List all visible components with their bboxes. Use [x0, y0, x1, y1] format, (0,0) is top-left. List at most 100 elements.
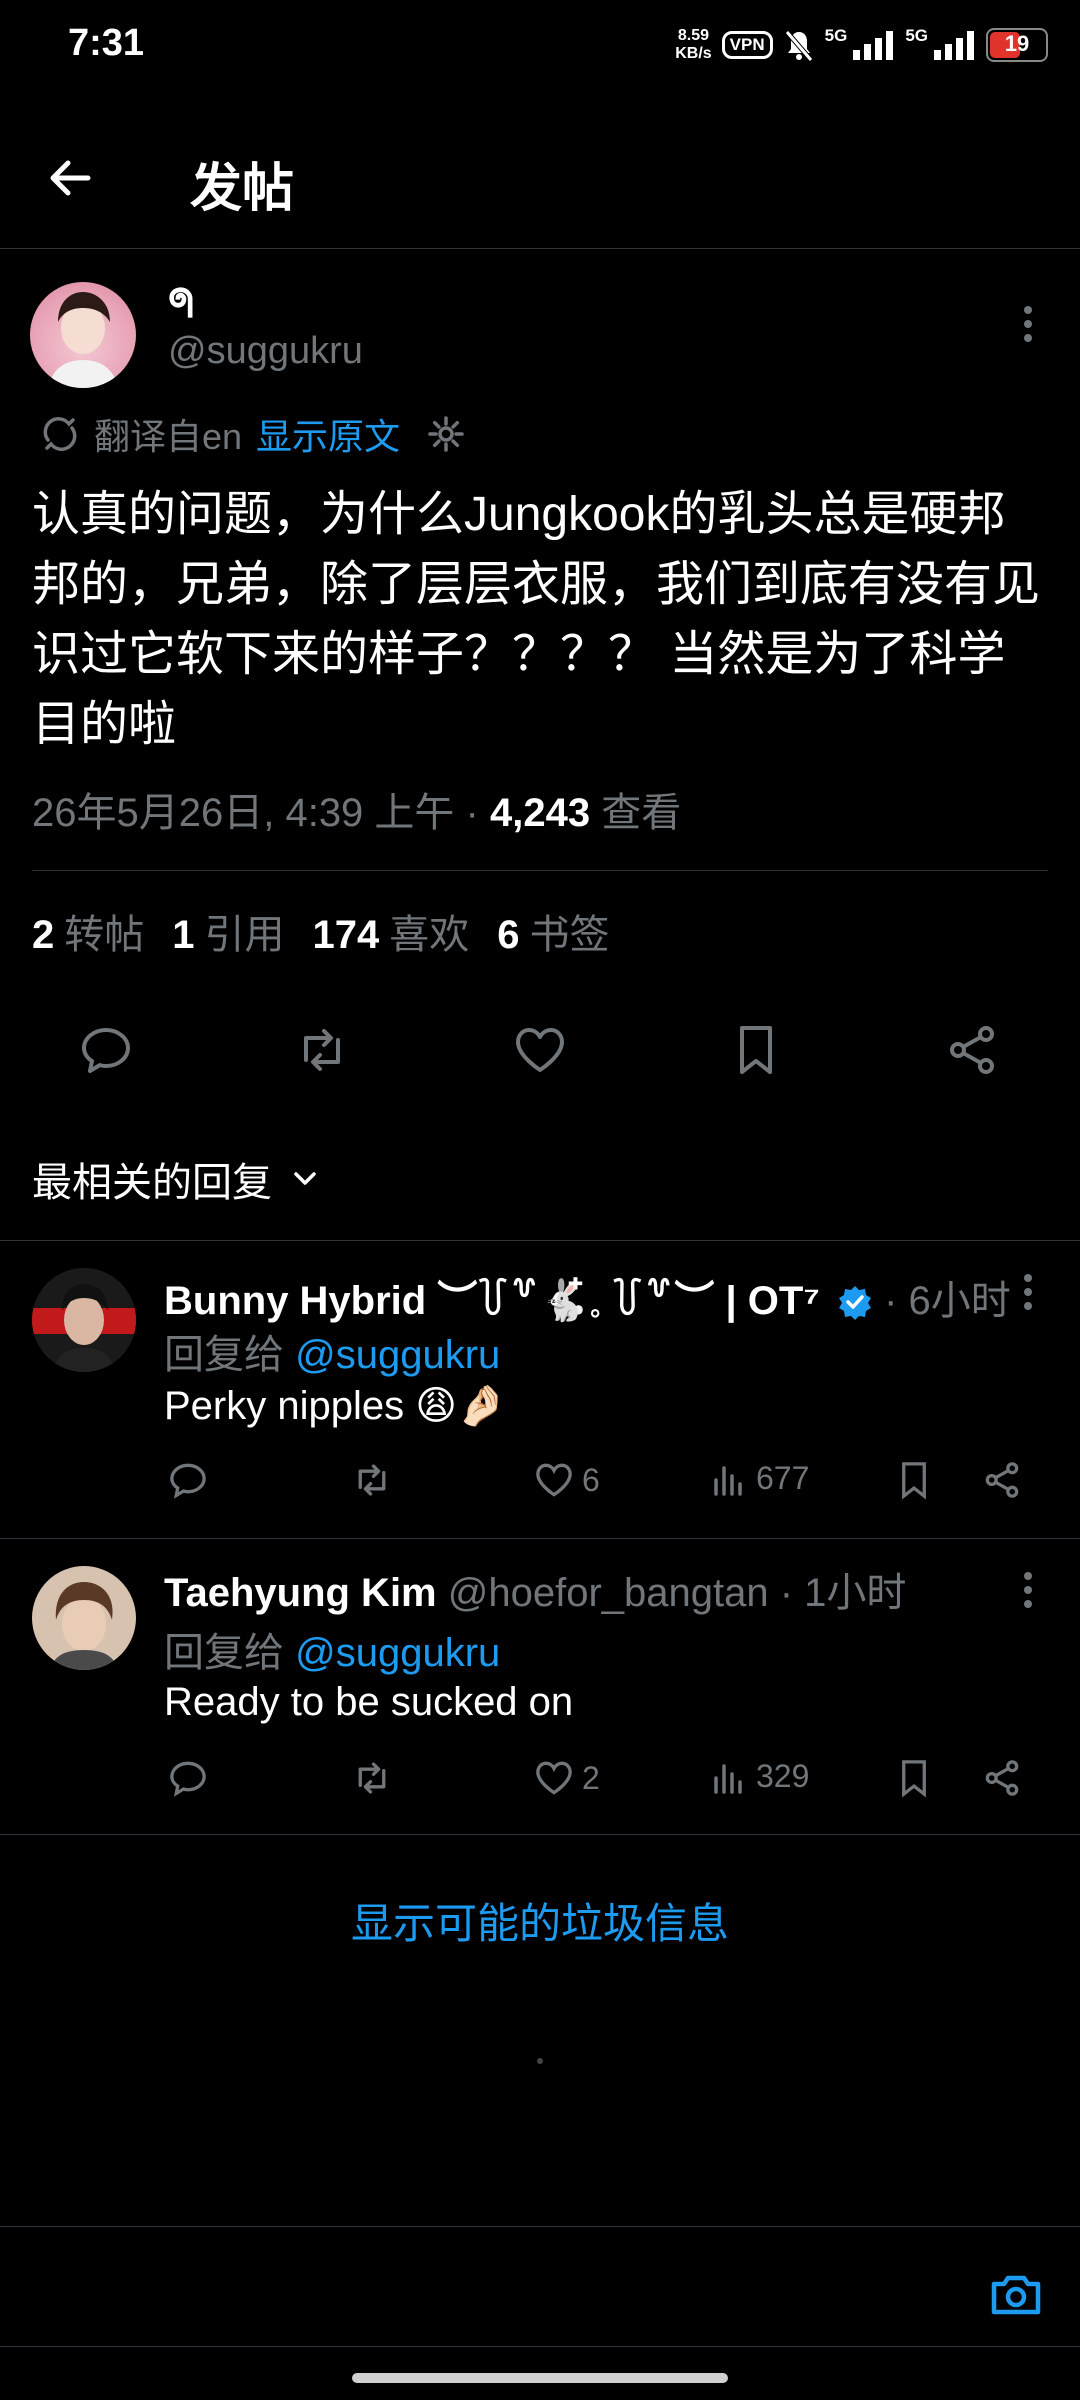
reply-bookmark-button[interactable]: [892, 1756, 936, 1800]
reply-views-count: 329: [756, 1757, 810, 1794]
reply-more-button[interactable]: [1010, 1268, 1046, 1316]
verified-badge-icon: [837, 1284, 873, 1320]
mute-icon: [783, 28, 815, 62]
status-icons: 8.59 KB/s VPN 5G 5G 19: [675, 20, 1048, 70]
network-type-1: 5G: [824, 26, 848, 45]
tweet-date: 26年5月26日, 4:39 上午 ·: [32, 791, 490, 835]
arrow-left-icon: [50, 160, 91, 196]
analytics-icon: [714, 1764, 742, 1794]
reposts-stat[interactable]: 2 转帖: [32, 902, 144, 960]
reply-views-count: 677: [756, 1459, 810, 1496]
tweet-meta: 26年5月26日, 4:39 上午 · 4,243 查看: [32, 780, 681, 838]
reply-share-button[interactable]: [980, 1458, 1024, 1502]
reply-views-button[interactable]: 329: [710, 1756, 809, 1796]
share-button[interactable]: [942, 1020, 1002, 1080]
reply-share-button[interactable]: [980, 1756, 1024, 1800]
reply-text: Ready to be sucked on: [164, 1680, 574, 1724]
show-spam-link[interactable]: 显示可能的垃圾信息: [0, 1890, 1080, 1951]
reply-likes-count: 6: [582, 1461, 600, 1498]
reply-avatar[interactable]: [32, 1268, 136, 1372]
chevron-down-icon: [294, 1172, 316, 1185]
comment-icon: [82, 1028, 130, 1073]
show-original-link[interactable]: 显示原文: [256, 408, 400, 460]
reply-repost-button[interactable]: [350, 1458, 394, 1502]
reply-sort-dropdown[interactable]: 最相关的回复: [32, 1150, 320, 1208]
bookmark-icon: [902, 1760, 926, 1798]
quotes-stat[interactable]: 1 引用: [172, 902, 284, 960]
repost-icon: [358, 1464, 386, 1496]
gear-icon: [428, 416, 464, 452]
tweet-stats: 2 转帖 1 引用 174 喜欢 6 书签: [32, 902, 610, 960]
replying-to-label: 回复给: [164, 1631, 296, 1675]
reply-more-button[interactable]: [1010, 1566, 1046, 1614]
reply-repost-button[interactable]: [350, 1756, 394, 1800]
reply-like-button[interactable]: 6: [532, 1458, 600, 1502]
author-name[interactable]: ᖗ: [168, 282, 194, 327]
more-vertical-icon: [1024, 1274, 1032, 1310]
replying-to-label: 回复给: [164, 1333, 296, 1377]
reply-views-button[interactable]: 677: [710, 1458, 809, 1498]
share-icon: [985, 1462, 1019, 1498]
bookmark-button[interactable]: [726, 1020, 786, 1080]
bookmark-icon: [902, 1462, 926, 1500]
more-options-button[interactable]: [1010, 300, 1046, 348]
repost-button[interactable]: [292, 1020, 352, 1080]
tweet-text: 认真的问题，为什么Jungkook的乳头总是硬邦邦的，兄弟，除了层层衣服，我们到…: [32, 488, 1041, 751]
replying-to-handle[interactable]: @suggukru: [295, 1631, 500, 1675]
translated-from-label: 翻译自en: [94, 416, 243, 457]
reply-button[interactable]: [76, 1020, 136, 1080]
signal-icon-2: [932, 30, 976, 60]
more-vertical-icon: [1024, 1572, 1032, 1608]
reply-actions: 6 677: [0, 1458, 1080, 1508]
likes-stat[interactable]: 174 喜欢: [313, 902, 470, 960]
reply-time: · 6小时: [884, 1279, 1011, 1323]
more-vertical-icon: [1024, 306, 1032, 342]
composer-bottom-divider: [0, 2346, 1080, 2347]
status-time: 7:31: [68, 22, 145, 64]
reply-sort-label: 最相关的回复: [32, 1161, 272, 1205]
bookmarks-stat[interactable]: 6 书签: [497, 902, 609, 960]
camera-button[interactable]: [988, 2266, 1044, 2322]
analytics-icon: [714, 1466, 742, 1496]
back-button[interactable]: [40, 148, 110, 208]
reply-author-name[interactable]: Taehyung Kim: [164, 1571, 437, 1615]
battery-icon: 19: [986, 28, 1048, 62]
reply-divider: [0, 1834, 1080, 1835]
reply-input[interactable]: [0, 2227, 960, 2347]
bookmark-icon: [740, 1026, 772, 1074]
like-button[interactable]: [510, 1020, 570, 1080]
network-speed: 8.59 KB/s: [675, 27, 712, 62]
translation-settings-button[interactable]: [426, 414, 466, 454]
repost-icon: [304, 1029, 340, 1071]
reply-avatar[interactable]: [32, 1566, 136, 1670]
reply-actions: 2 329: [0, 1756, 1080, 1806]
tweet-actions: [0, 1020, 1080, 1080]
vpn-badge: VPN: [721, 31, 773, 59]
heart-icon: [516, 1028, 564, 1072]
reply-comment-button[interactable]: [166, 1756, 210, 1800]
heart-icon: [536, 1463, 572, 1497]
reply-like-button[interactable]: 2: [532, 1756, 600, 1800]
replying-to-handle[interactable]: @suggukru: [295, 1333, 500, 1377]
home-indicator[interactable]: [352, 2373, 728, 2383]
loading-indicator: [537, 2058, 543, 2064]
reply-text: Perky nipples 😩🤌🏻: [164, 1384, 507, 1428]
translate-icon: [40, 414, 80, 454]
repost-icon: [358, 1762, 386, 1794]
reply-author-handle[interactable]: @hoefor_bangtan: [437, 1571, 769, 1615]
author-handle[interactable]: @suggukru: [168, 330, 363, 373]
reply-likes-count: 2: [582, 1759, 600, 1796]
page-title: 发帖: [190, 160, 295, 218]
meta-divider: [32, 870, 1048, 871]
comment-icon: [170, 1463, 206, 1499]
header-divider: [0, 248, 1080, 249]
share-icon: [950, 1026, 994, 1074]
heart-icon: [536, 1761, 572, 1795]
reply-time: · 1小时: [768, 1571, 907, 1615]
reply-author-name[interactable]: Bunny Hybrid ︶꒦꒷🐇໋𓈒 ꒦꒷︶ | OT⁷: [164, 1279, 820, 1323]
reply-bookmark-button[interactable]: [892, 1458, 936, 1502]
reply-comment-button[interactable]: [166, 1458, 210, 1502]
signal-icon: [851, 30, 895, 60]
author-avatar[interactable]: [30, 282, 136, 388]
reply-item: Bunny Hybrid ︶꒦꒷🐇໋𓈒 ꒦꒷︶ | OT⁷ · 6小时 回复给 …: [0, 1240, 1080, 1538]
